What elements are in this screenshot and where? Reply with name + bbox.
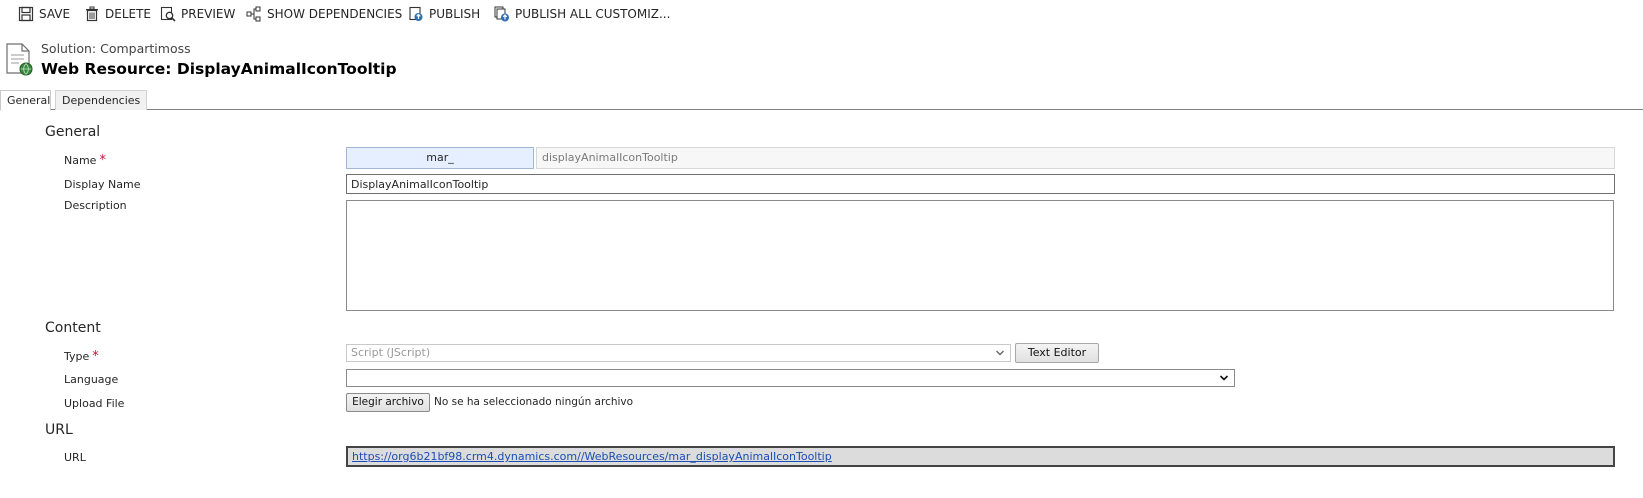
text-editor-button[interactable]: Text Editor — [1015, 343, 1099, 363]
content-section-title: Content — [45, 320, 101, 336]
delete-label: DELETE — [105, 7, 152, 21]
show-dependencies-label: SHOW DEPENDENCIES — [267, 7, 403, 21]
type-label-text: Type — [64, 350, 90, 363]
trash-icon — [86, 6, 98, 22]
dependencies-icon — [246, 6, 261, 22]
publish-all-label: PUBLISH ALL CUSTOMIZ... — [515, 7, 671, 21]
name-label-text: Name — [64, 154, 97, 167]
name-label: Name * — [64, 153, 106, 168]
tab-general[interactable]: General — [0, 90, 51, 111]
chevron-down-icon — [1219, 375, 1229, 381]
display-name-input[interactable] — [346, 174, 1615, 194]
display-name-label: Display Name — [64, 178, 141, 191]
language-label: Language — [64, 373, 119, 386]
no-file-status: No se ha seleccionado ningún archivo — [434, 396, 634, 408]
tab-strip: General Dependencies — [0, 90, 1643, 111]
name-field: displayAnimalIconTooltip — [536, 147, 1615, 169]
upload-file-label: Upload File — [64, 397, 125, 410]
choose-file-button[interactable]: Elegir archivo — [346, 393, 430, 412]
description-label: Description — [64, 199, 127, 212]
language-select[interactable] — [346, 369, 1235, 387]
publish-all-icon — [494, 6, 509, 22]
preview-icon — [160, 6, 176, 22]
chevron-down-icon — [996, 350, 1004, 356]
save-icon — [18, 6, 34, 22]
show-dependencies-button[interactable]: SHOW DEPENDENCIES — [246, 4, 402, 24]
web-resource-url-link[interactable]: https://org6b21bf98.crm4.dynamics.com//W… — [352, 450, 832, 463]
publish-icon — [409, 6, 423, 21]
tab-dependencies[interactable]: Dependencies — [55, 90, 147, 110]
type-label: Type * — [64, 349, 99, 364]
page-title: Web Resource: DisplayAnimalIconTooltip — [41, 60, 397, 78]
url-section-title: URL — [45, 422, 73, 438]
required-marker: * — [92, 349, 99, 364]
preview-label: PREVIEW — [181, 7, 236, 21]
solution-name: Solution: Compartimoss — [41, 41, 191, 56]
required-marker: * — [99, 153, 106, 168]
command-bar: SAVE DELETE PREVIEW SHOW DEPENDENCIES PU… — [0, 0, 1643, 28]
description-textarea[interactable] — [346, 200, 1614, 311]
preview-button[interactable]: PREVIEW — [160, 4, 235, 24]
delete-button[interactable]: DELETE — [84, 4, 151, 24]
url-field: https://org6b21bf98.crm4.dynamics.com//W… — [346, 446, 1615, 467]
publish-button[interactable]: PUBLISH — [408, 4, 480, 24]
publish-label: PUBLISH — [429, 7, 481, 21]
publish-all-button[interactable]: PUBLISH ALL CUSTOMIZ... — [494, 4, 670, 24]
general-section-title: General — [45, 124, 101, 140]
type-select-value: Script (JScript) — [351, 346, 431, 359]
url-label: URL — [64, 451, 86, 464]
save-button[interactable]: SAVE — [18, 4, 70, 24]
save-label: SAVE — [39, 7, 71, 21]
publisher-prefix: mar_ — [346, 147, 534, 169]
web-resource-icon — [6, 43, 33, 76]
type-select[interactable]: Script (JScript) — [346, 344, 1011, 362]
